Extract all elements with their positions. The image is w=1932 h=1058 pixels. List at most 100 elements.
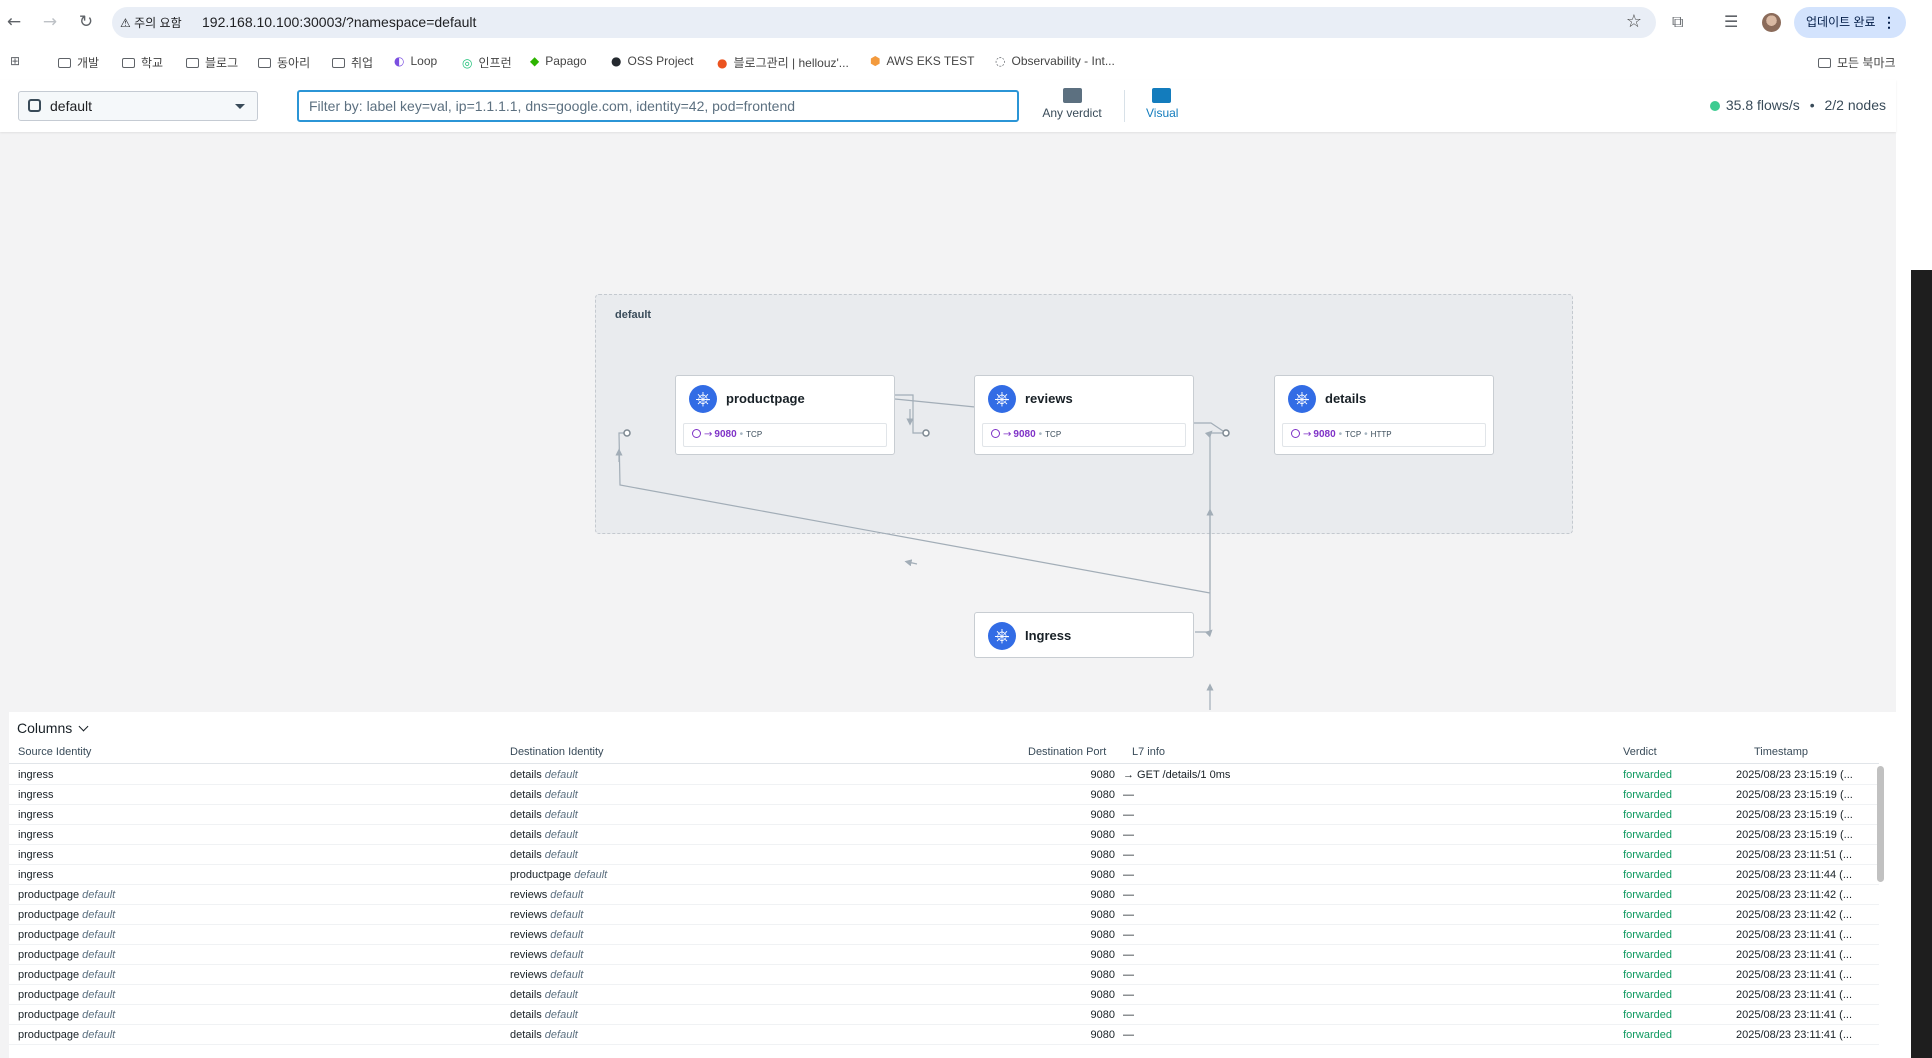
all-bookmarks[interactable]: 모든 북마크: [1818, 54, 1896, 71]
columns-button[interactable]: Columns: [17, 720, 89, 736]
service-card-ingress[interactable]: ⎈ Ingress: [974, 612, 1194, 658]
service-card-reviews[interactable]: ⎈ reviews → 9080 • TCP: [974, 375, 1194, 455]
port-icon: [991, 429, 1000, 438]
update-button[interactable]: 업데이트 완료 ⋮: [1794, 7, 1906, 38]
filter-input[interactable]: [297, 90, 1019, 122]
header-destination[interactable]: Destination Identity: [510, 746, 604, 758]
header-source[interactable]: Source Identity: [18, 746, 91, 758]
verdict-filter-button[interactable]: Any verdict: [1037, 88, 1107, 120]
forward-arrow-icon[interactable]: →: [40, 12, 60, 32]
timestamp: 2025/08/23 23:15:19 (...: [1736, 829, 1853, 841]
source-identity: productpage default: [18, 1029, 116, 1041]
table-row[interactable]: ingress details default 9080 — forwarded 2025/…: [9, 805, 1879, 825]
header-verdict[interactable]: Verdict: [1623, 746, 1657, 758]
bookmark-star-icon[interactable]: ☆: [1626, 11, 1642, 32]
header-timestamp[interactable]: Timestamp: [1754, 746, 1808, 758]
verdict: forwarded: [1623, 769, 1672, 781]
destination-port: 9080: [1090, 929, 1115, 941]
table-row[interactable]: productpage default reviews default 9080 — for…: [9, 925, 1879, 945]
verdict: forwarded: [1623, 829, 1672, 841]
tab-search-icon[interactable]: ☰: [1724, 12, 1738, 31]
bookmark-folder-club[interactable]: 동아리: [258, 54, 310, 71]
bookmark-loop[interactable]: ◐ Loop: [394, 54, 437, 68]
verdict: forwarded: [1623, 869, 1672, 881]
service-name: productpage: [726, 391, 805, 406]
scrollbar[interactable]: [1877, 766, 1884, 882]
l7-info: —: [1123, 969, 1134, 981]
bookmark-folder-blog[interactable]: 블로그: [186, 54, 238, 71]
verdict: forwarded: [1623, 849, 1672, 861]
bookmark-folder-school[interactable]: 학교: [122, 54, 163, 71]
table-row[interactable]: ingress productpage default 9080 — forwarded 2…: [9, 865, 1879, 885]
timestamp: 2025/08/23 23:11:41 (...: [1736, 949, 1852, 961]
service-map[interactable]: default ⎈ productpage → 9080 • TCP ⎈ rev…: [0, 132, 1896, 710]
bookmark-inflearn[interactable]: ◎ 인프런: [462, 54, 512, 71]
header-port[interactable]: Destination Port: [1028, 746, 1106, 758]
more-menu-icon[interactable]: ⋮: [1882, 7, 1896, 38]
timestamp: 2025/08/23 23:11:41 (...: [1736, 929, 1852, 941]
service-name: details: [1325, 391, 1367, 406]
service-card-details[interactable]: ⎈ details → 9080 • TCP • HTTP: [1274, 375, 1494, 455]
l7-info: —: [1123, 789, 1134, 801]
visual-toggle-button[interactable]: Visual: [1146, 88, 1178, 120]
table-row[interactable]: productpage default reviews default 9080 — for…: [9, 965, 1879, 985]
destination-port: 9080: [1090, 1029, 1115, 1041]
bookmark-aws-eks[interactable]: ⬢ AWS EKS TEST: [870, 54, 975, 68]
bookmarks-bar: ⊞ 개발 학교 블로그 동아리 취업 ◐ Loop ◎ 인프런 ◆ Papago ● O…: [0, 50, 1932, 76]
verdict: forwarded: [1623, 809, 1672, 821]
verdict: forwarded: [1623, 949, 1672, 961]
bookmark-folder-dev[interactable]: 개발: [58, 54, 99, 71]
papago-icon: ◆: [530, 54, 540, 68]
bookmark-tistory[interactable]: ● 블로그관리 | hellouz'...: [717, 54, 849, 71]
folder-icon: [258, 58, 271, 68]
table-row[interactable]: productpage default reviews default 9080 — for…: [9, 945, 1879, 965]
destination-identity: reviews default: [510, 949, 584, 961]
apps-grid-icon[interactable]: ⊞: [10, 54, 26, 68]
timestamp: 2025/08/23 23:11:42 (...: [1736, 909, 1852, 921]
url-text[interactable]: 192.168.10.100:30003/?namespace=default: [202, 14, 476, 30]
timestamp: 2025/08/23 23:11:41 (...: [1736, 1029, 1852, 1041]
table-row[interactable]: ingress details default 9080 — forwarded 2025/…: [9, 845, 1879, 865]
l7-info: —: [1123, 1029, 1134, 1041]
header-l7[interactable]: L7 info: [1132, 746, 1165, 758]
destination-identity: reviews default: [510, 909, 584, 921]
destination-identity: details default: [510, 849, 578, 861]
table-row[interactable]: ingress details default 9080 — forwarded 2025/…: [9, 785, 1879, 805]
namespace-select[interactable]: default: [18, 91, 258, 121]
kubernetes-icon: ⎈: [988, 385, 1016, 413]
bookmark-papago[interactable]: ◆ Papago: [530, 54, 587, 68]
security-warning-chip[interactable]: ⚠ 주의 요함: [120, 14, 182, 31]
verdict: forwarded: [1623, 1009, 1672, 1021]
address-bar[interactable]: ⚠ 주의 요함 192.168.10.100:30003/?namespace=…: [112, 7, 1656, 38]
connector-dot: [623, 429, 631, 437]
bookmark-observability[interactable]: ◌ Observability - Int...: [995, 54, 1115, 68]
bookmark-oss-project[interactable]: ● OSS Project: [611, 54, 694, 68]
reload-icon[interactable]: ↻: [76, 12, 96, 32]
verdict: forwarded: [1623, 989, 1672, 1001]
table-row[interactable]: productpage default reviews default 9080 — for…: [9, 885, 1879, 905]
l7-info: —: [1123, 809, 1134, 821]
tistory-icon: ●: [717, 56, 728, 70]
table-row[interactable]: productpage default details default 9080 — for…: [9, 1005, 1879, 1025]
table-row[interactable]: productpage default details default 9080 — for…: [9, 1025, 1879, 1045]
service-card-productpage[interactable]: ⎈ productpage → 9080 • TCP: [675, 375, 895, 455]
table-row[interactable]: productpage default details default 9080 — for…: [9, 985, 1879, 1005]
source-identity: ingress: [18, 869, 54, 881]
table-row[interactable]: productpage default reviews default 9080 — for…: [9, 905, 1879, 925]
destination-identity: details default: [510, 769, 578, 781]
destination-port: 9080: [1090, 809, 1115, 821]
timestamp: 2025/08/23 23:11:44 (...: [1736, 869, 1852, 881]
profile-avatar[interactable]: [1762, 13, 1781, 32]
bookmark-folder-job[interactable]: 취업: [332, 54, 373, 71]
table-row[interactable]: ingress details default 9080 → GET /details/…: [9, 765, 1879, 785]
destination-port: 9080: [1090, 849, 1115, 861]
back-arrow-icon[interactable]: ←: [4, 12, 24, 32]
source-identity: productpage default: [18, 929, 116, 941]
extensions-icon[interactable]: ⧉: [1672, 12, 1683, 32]
table-row[interactable]: ingress details default 9080 — forwarded 2025/…: [9, 825, 1879, 845]
flow-rate: 35.8 flows/s: [1725, 97, 1800, 113]
verdict: forwarded: [1623, 909, 1672, 921]
destination-identity: details default: [510, 829, 578, 841]
l7-info: —: [1123, 949, 1134, 961]
destination-port: 9080: [1090, 789, 1115, 801]
